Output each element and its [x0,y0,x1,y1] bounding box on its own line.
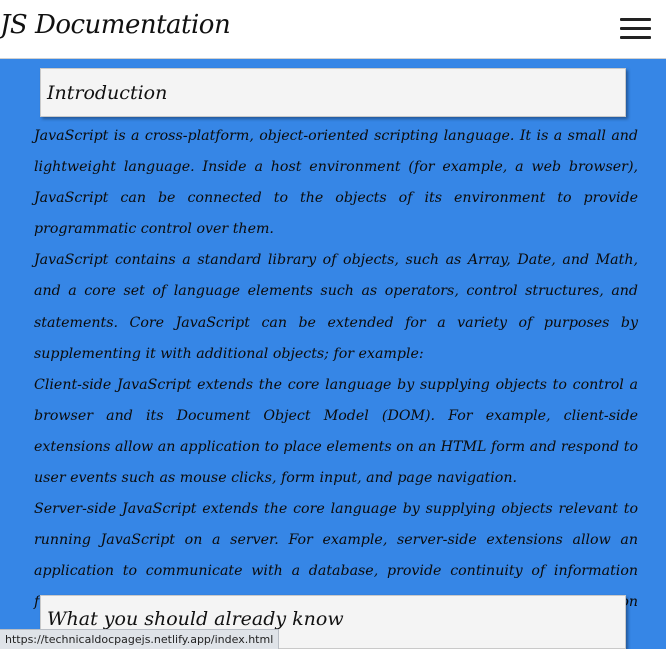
link-status-bar: https://technicaldocpagejs.netlify.app/i… [0,629,280,649]
intro-paragraph: JavaScript contains a standard library o… [34,252,638,362]
section-header-introduction: Introduction [40,68,626,117]
top-navbar: JS Documentation [0,0,666,59]
intro-paragraph: Client-side JavaScript extends the core … [34,376,638,487]
introduction-body: JavaScript is a cross-platform, object-o… [34,121,638,649]
hamburger-menu-button[interactable] [620,16,652,42]
menu-icon-bar [620,27,651,30]
section-title-introduction: Introduction [47,82,168,104]
intro-paragraph: JavaScript is a cross-platform, object-o… [34,128,638,238]
main-content: Introduction JavaScript is a cross-platf… [0,59,666,649]
menu-icon-bar [620,36,651,39]
menu-icon-bar [620,18,651,21]
app-title[interactable]: JS Documentation [0,10,231,40]
